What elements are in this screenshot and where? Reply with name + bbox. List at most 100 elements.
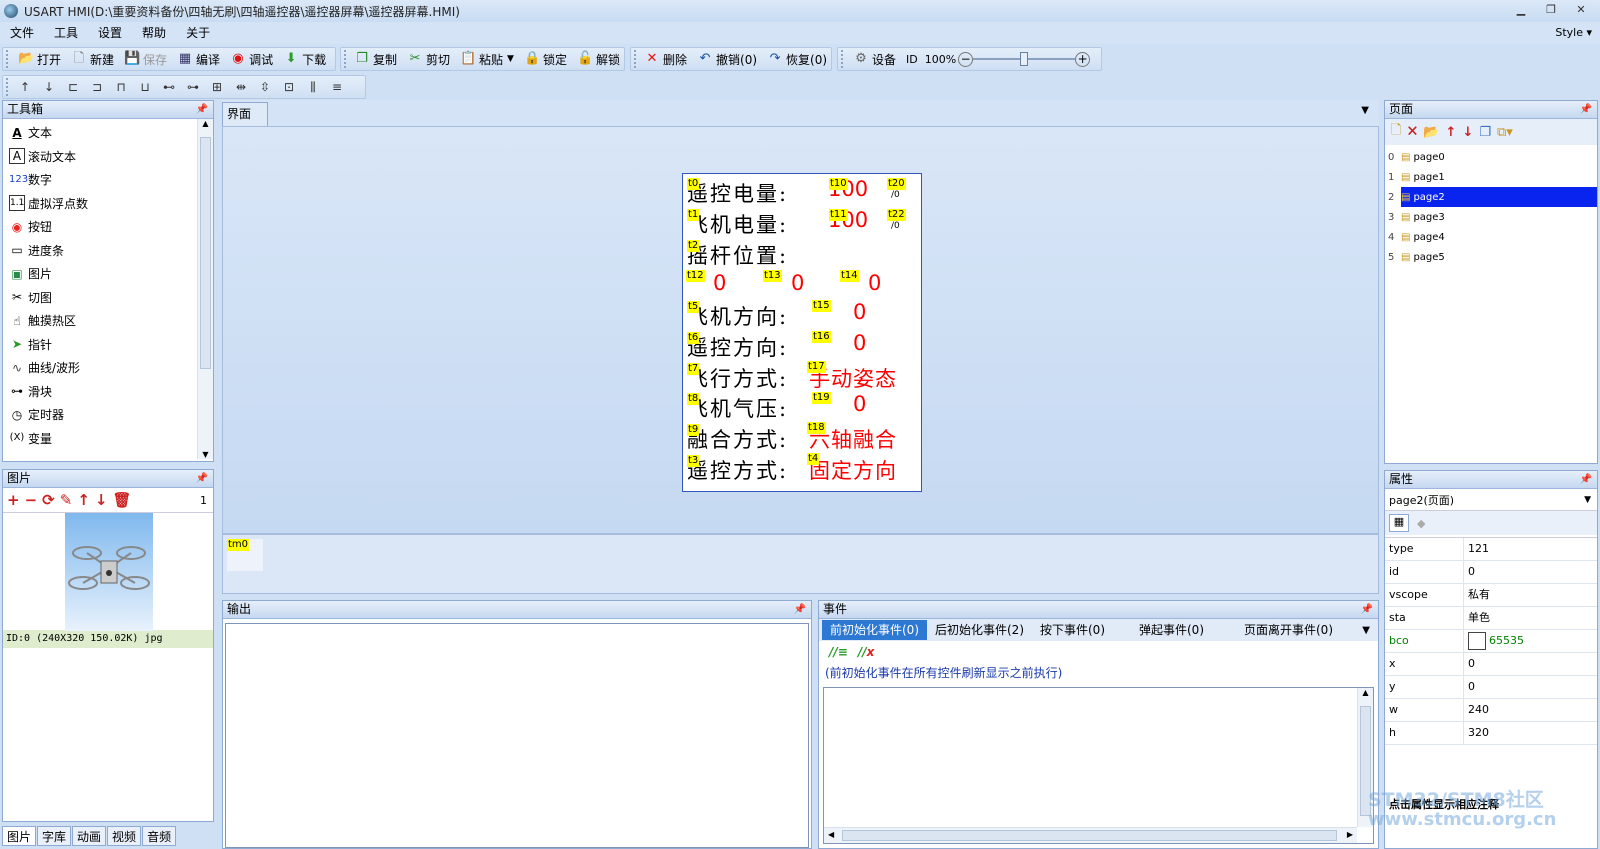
align-center-h-icon[interactable]: ⊷ xyxy=(157,76,181,98)
value-t14[interactable]: 0 xyxy=(868,271,881,295)
prop-row[interactable]: h 320 xyxy=(1385,722,1597,745)
tool-variable[interactable]: (X) 变量 xyxy=(3,427,213,451)
tabs-chevron-icon[interactable]: ▼ xyxy=(1362,625,1370,636)
menu-file[interactable]: 文件 xyxy=(0,22,44,44)
scroll-up-icon[interactable]: ▲ xyxy=(1358,688,1373,697)
center-icon[interactable]: ⊞ xyxy=(205,76,229,98)
move-up-icon[interactable]: ↑ xyxy=(77,491,90,509)
menu-tools[interactable]: 工具 xyxy=(44,22,88,44)
tab-pre-init-event[interactable]: 前初始化事件(0) xyxy=(822,620,927,640)
toolbar-grip[interactable] xyxy=(634,50,636,68)
tool-text[interactable]: A 文本 xyxy=(3,121,213,145)
scroll-down-icon[interactable]: ▼ xyxy=(198,450,213,459)
cut-button[interactable]: ✂ 剪切 xyxy=(402,48,455,70)
move-down-icon[interactable]: ↓ xyxy=(37,76,61,98)
page-item[interactable]: 1 ▤ page1 xyxy=(1385,167,1597,187)
label-remote-battery[interactable]: 遥控电量: xyxy=(687,178,788,208)
toolbar-grip[interactable] xyxy=(841,50,845,68)
tool-waveform[interactable]: ∿ 曲线/波形 xyxy=(3,356,213,380)
prop-row[interactable]: sta 单色 xyxy=(1385,607,1597,630)
tab-release-event[interactable]: 弹起事件(0) xyxy=(1131,620,1212,640)
label-fusion-mode[interactable]: 融合方式: xyxy=(687,424,788,454)
refresh-icon[interactable]: ⟳ xyxy=(42,491,55,509)
align-bottom-icon[interactable]: ⊔ xyxy=(133,76,157,98)
value-t12[interactable]: 0 xyxy=(713,271,726,295)
label-aircraft-battery[interactable]: 飞机电量: xyxy=(687,209,788,239)
undo-button[interactable]: ↶ 撤销(0) xyxy=(692,48,762,70)
add-icon[interactable]: + xyxy=(7,491,20,509)
align-top-icon[interactable]: ⊓ xyxy=(109,76,133,98)
prop-row[interactable]: type 121 xyxy=(1385,538,1597,561)
distribute-v-icon[interactable]: ≡ xyxy=(325,76,349,98)
categorized-icon[interactable]: ▦ xyxy=(1389,514,1409,532)
editor-vscrollbar[interactable]: ▲ xyxy=(1357,688,1373,827)
chevron-down-icon[interactable]: ▼ xyxy=(1584,495,1591,505)
save-button[interactable]: 💾 保存 xyxy=(119,48,172,70)
label-remote-heading[interactable]: 遥控方向: xyxy=(687,332,788,362)
value-t16[interactable]: 0 xyxy=(853,331,866,355)
tab-audio[interactable]: 音频 xyxy=(142,826,177,846)
page-options-icon[interactable]: ⧉▾ xyxy=(1497,125,1513,140)
chevron-down-icon[interactable]: ▼ xyxy=(507,54,514,64)
tool-button[interactable]: ◉ 按钮 xyxy=(3,215,213,239)
picture-thumbnail[interactable] xyxy=(3,512,213,631)
align-center-v-icon[interactable]: ⊶ xyxy=(181,76,205,98)
menu-help[interactable]: 帮助 xyxy=(132,22,176,44)
uncomment-icon[interactable]: //x xyxy=(858,645,875,659)
page-item[interactable]: 3 ▤ page3 xyxy=(1385,207,1597,227)
tab-animations[interactable]: 动画 xyxy=(72,826,107,846)
move-down-icon[interactable]: ↓ xyxy=(95,491,108,509)
prop-row[interactable]: w 240 xyxy=(1385,699,1597,722)
toolbox-scrollbar[interactable]: ▲ ▼ xyxy=(197,119,213,459)
tool-number[interactable]: 123 数字 xyxy=(3,168,213,192)
align-right-icon[interactable]: ⊐ xyxy=(85,76,109,98)
new-button[interactable]: 🗋 新建 xyxy=(66,48,119,70)
tool-progress[interactable]: ▭ 进度条 xyxy=(3,239,213,263)
remove-icon[interactable]: − xyxy=(25,491,38,509)
output-textarea[interactable] xyxy=(225,623,809,848)
pin-icon[interactable]: 📌 xyxy=(196,101,208,118)
pin-icon[interactable]: 📌 xyxy=(1580,101,1592,118)
prop-row[interactable]: y0 xyxy=(1385,676,1597,699)
prop-row[interactable]: id 0 xyxy=(1385,561,1597,584)
move-down-icon[interactable]: ↓ xyxy=(1462,125,1473,140)
move-up-icon[interactable]: ↑ xyxy=(13,76,37,98)
pin-icon[interactable]: 📌 xyxy=(794,601,806,618)
same-width-icon[interactable]: ⇹ xyxy=(229,76,253,98)
page-item-selected[interactable]: 2 ▤ page2 xyxy=(1385,187,1597,207)
zoom-in-button[interactable]: + xyxy=(1075,51,1091,67)
paste-button[interactable]: 📋 粘贴 ▼ xyxy=(455,48,519,70)
scroll-right-icon[interactable]: ▶ xyxy=(1347,830,1353,839)
tab-post-init-event[interactable]: 后初始化事件(2) xyxy=(927,620,1032,640)
tab-design[interactable]: 界面 xyxy=(222,102,268,126)
prop-row[interactable]: vscope 私有 xyxy=(1385,584,1597,607)
prop-row-bco[interactable]: bco 65535 xyxy=(1385,630,1597,653)
label-aircraft-heading[interactable]: 飞机方向: xyxy=(687,301,788,331)
device-button[interactable]: ⚙ 设备 xyxy=(848,48,901,70)
slider-thumb[interactable] xyxy=(1020,52,1029,66)
page-item[interactable]: 0 ▤ page0 xyxy=(1385,147,1597,167)
picture-info[interactable]: ID:0 (240X320 150.02K) jpg xyxy=(3,630,213,648)
tool-pointer[interactable]: ➤ 指针 xyxy=(3,333,213,357)
compile-button[interactable]: ▦ 编译 xyxy=(172,48,225,70)
delete-button[interactable]: ✕ 删除 xyxy=(639,48,692,70)
pin-icon[interactable]: 📌 xyxy=(1580,471,1592,488)
zoom-slider[interactable] xyxy=(973,51,1076,67)
tool-scroll-text[interactable]: A 滚动文本 xyxy=(3,145,213,169)
label-remote-mode[interactable]: 遥控方式: xyxy=(687,455,788,485)
move-up-icon[interactable]: ↑ xyxy=(1446,125,1457,140)
scroll-thumb[interactable] xyxy=(200,137,211,369)
prop-row[interactable]: x0 xyxy=(1385,653,1597,676)
value-t19[interactable]: 0 xyxy=(853,392,866,416)
delete-page-icon[interactable]: 🗙 xyxy=(1407,121,1417,143)
lock-button[interactable]: 🔒 锁定 xyxy=(519,48,572,70)
minimize-button[interactable]: ▁ xyxy=(1508,2,1534,18)
value-t22[interactable]: /0 xyxy=(891,221,900,231)
value-t20[interactable]: /0 xyxy=(891,190,900,200)
value-t13[interactable]: 0 xyxy=(791,271,804,295)
align-left-icon[interactable]: ⊏ xyxy=(61,76,85,98)
value-t15[interactable]: 0 xyxy=(853,300,866,324)
label-stick-position[interactable]: 摇杆位置: xyxy=(687,240,788,270)
tab-fonts[interactable]: 字库 xyxy=(37,826,72,846)
timer-component[interactable]: tm0 xyxy=(227,539,263,571)
